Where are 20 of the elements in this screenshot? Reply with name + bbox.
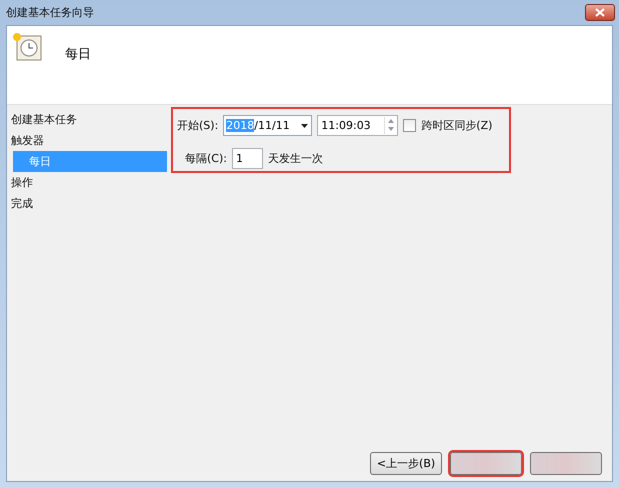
dropdown-arrow-icon [301,124,308,128]
close-icon [595,8,605,17]
blurred-button[interactable] [450,452,522,474]
blurred-button[interactable] [530,452,602,474]
time-field[interactable]: 11:09:03 [317,115,398,136]
sync-label: 跨时区同步(Z) [421,118,492,133]
close-button[interactable] [585,4,615,21]
page-title: 每日 [65,46,91,63]
sidebar-item[interactable]: 完成 [7,193,167,214]
sidebar-item[interactable]: 触发器 [7,130,167,151]
sidebar-item[interactable]: 操作 [7,172,167,193]
start-label: 开始(S): [177,118,218,133]
window-title: 创建基本任务向导 [6,5,94,20]
interval-suffix: 天发生一次 [268,151,323,166]
sidebar-item[interactable]: 创建基本任务 [7,109,167,130]
sync-checkbox[interactable] [403,119,416,132]
interval-field[interactable]: 1 [232,148,263,169]
date-picker[interactable]: 2018/11/11 [223,115,312,136]
every-label: 每隔(C): [185,151,227,166]
back-button[interactable]: <上一步(B) [370,452,442,474]
